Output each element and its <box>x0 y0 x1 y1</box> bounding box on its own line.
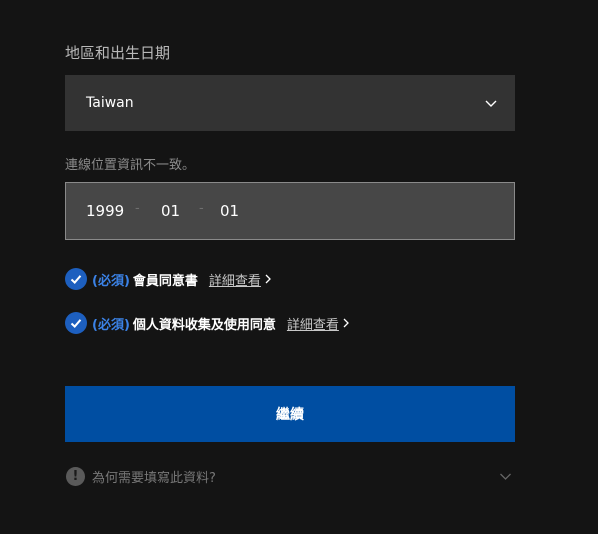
chevron-right-icon <box>265 274 271 284</box>
chevron-down-icon <box>500 473 511 480</box>
privacy-checkbox[interactable] <box>65 312 87 334</box>
agreement-terms-row: (必須) 會員同意書 詳細查看 <box>65 268 272 290</box>
info-icon: ! <box>66 466 85 486</box>
location-mismatch-notice: 連線位置資訊不一致。 <box>65 158 196 173</box>
required-tag: (必須) <box>92 273 130 289</box>
signup-birthdate-page: 地區和出生日期 Taiwan 連線位置資訊不一致。 1999 - 01 - 01… <box>0 0 598 534</box>
birth-month-input[interactable]: 01 <box>161 202 180 220</box>
chevron-right-icon <box>343 318 349 328</box>
birthdate-field[interactable]: 1999 - 01 - 01 <box>65 182 515 240</box>
privacy-label: 個人資料收集及使用同意 <box>132 317 276 333</box>
why-info-toggle[interactable]: ! 為何需要填寫此資料? <box>65 466 515 486</box>
region-select-value: Taiwan <box>86 95 134 111</box>
checkmark-icon <box>70 275 82 284</box>
terms-label: 會員同意書 <box>132 273 198 289</box>
birth-day-input[interactable]: 01 <box>220 202 239 220</box>
terms-details-link[interactable]: 詳細查看 <box>209 270 261 289</box>
birth-year-input[interactable]: 1999 <box>86 202 124 220</box>
required-tag: (必須) <box>92 317 130 333</box>
why-info-text: 為何需要填寫此資料? <box>92 470 216 486</box>
date-separator: - <box>135 201 140 216</box>
agreement-privacy-row: (必須) 個人資料收集及使用同意 詳細查看 <box>65 312 350 334</box>
checkmark-icon <box>70 319 82 328</box>
privacy-details-link[interactable]: 詳細查看 <box>287 314 339 333</box>
section-title: 地區和出生日期 <box>65 44 171 62</box>
region-select[interactable]: Taiwan <box>65 75 515 131</box>
date-separator: - <box>199 201 204 216</box>
continue-button[interactable]: 繼續 <box>65 386 515 442</box>
terms-checkbox[interactable] <box>65 268 87 290</box>
chevron-down-icon <box>485 100 497 107</box>
